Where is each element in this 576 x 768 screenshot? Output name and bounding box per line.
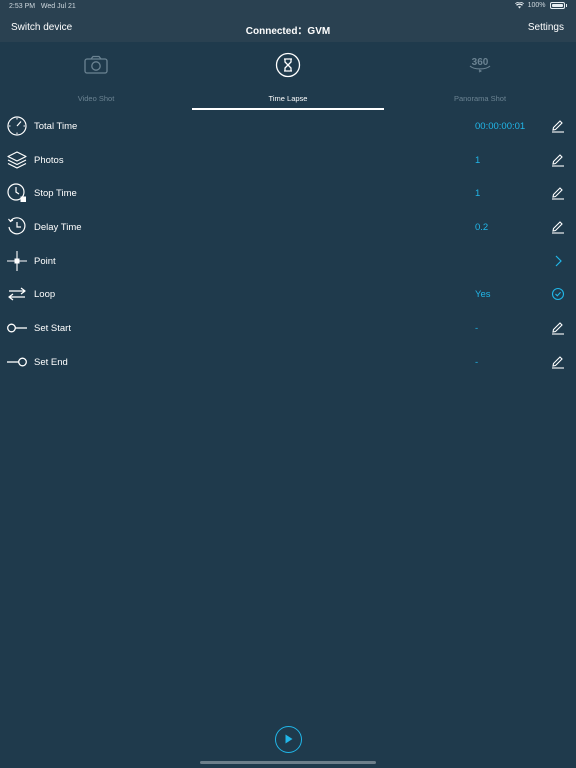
row-value: 1 (475, 188, 481, 200)
play-icon (285, 734, 293, 744)
row-label: Set End (34, 356, 68, 368)
chevron-right-icon[interactable] (551, 254, 565, 268)
mode-tabs: Video Shot Time Lapse 360 Panorama Shot (0, 42, 576, 110)
hourglass-icon (275, 52, 301, 78)
panorama-icon-text: 360 (472, 57, 489, 68)
loop-arrows-icon (8, 287, 26, 301)
row-point[interactable]: Point (0, 245, 576, 279)
status-bar: 2:53 PM Wed Jul 21 100% (0, 0, 576, 13)
row-label: Set Start (34, 323, 71, 335)
row-photos[interactable]: Photos 1 (0, 144, 576, 178)
row-label: Delay Time (34, 222, 82, 234)
row-value: - (475, 356, 479, 368)
tab-label: Panorama Shot (453, 94, 507, 103)
clock-stop-icon (7, 183, 26, 203)
row-value: 0.2 (475, 222, 489, 234)
stopwatch-icon (7, 116, 27, 136)
row-label: Point (34, 255, 56, 267)
connection-title: Connected：GVM (245, 26, 331, 37)
home-indicator (200, 761, 376, 764)
settings-button[interactable]: Settings (528, 22, 564, 33)
battery-percent: 100% (527, 2, 546, 9)
row-label: Total Time (34, 121, 78, 132)
edit-icon[interactable] (551, 321, 565, 335)
tab-label: Video Shot (77, 94, 115, 103)
row-value: - (475, 323, 479, 335)
nav-bar: Switch device Connected：GVM Settings (0, 13, 576, 42)
crosshair-point-icon (7, 250, 27, 271)
row-set-end[interactable]: Set End - (0, 346, 576, 380)
edit-icon[interactable] (551, 355, 565, 369)
edit-icon[interactable] (551, 153, 565, 167)
row-value: Yes (475, 289, 491, 301)
tab-panorama-shot[interactable]: 360 Panorama Shot (384, 42, 576, 110)
status-right: 100% (514, 2, 567, 9)
row-loop[interactable]: Loop Yes (0, 278, 576, 312)
edit-icon[interactable] (551, 186, 565, 200)
set-start-icon (7, 323, 27, 333)
battery-icon (549, 2, 565, 9)
edit-icon[interactable] (551, 220, 565, 234)
row-value: 1 (475, 154, 481, 166)
status-date: Wed Jul 21 (40, 3, 76, 10)
row-stop-time[interactable]: Stop Time 1 (0, 177, 576, 211)
tab-video-shot[interactable]: Video Shot (0, 42, 192, 110)
battery-tip (565, 4, 567, 7)
settings-list: Total Time 00:00:00:01 Photos 1 Stop Tim… (0, 110, 576, 380)
row-label: Loop (34, 289, 56, 301)
play-button[interactable] (275, 726, 302, 753)
row-total-time[interactable]: Total Time 00:00:00:01 (0, 110, 576, 144)
clock-delay-icon (8, 217, 26, 235)
panorama-360-icon: 360 (469, 57, 491, 73)
row-delay-time[interactable]: Delay Time 0.2 (0, 211, 576, 245)
edit-icon[interactable] (551, 119, 565, 133)
check-circle-icon[interactable] (551, 287, 565, 301)
tab-time-lapse[interactable]: Time Lapse (192, 42, 384, 110)
row-value: 00:00:00:01 (475, 121, 526, 132)
row-label: Photos (34, 154, 64, 166)
status-time: 2:53 PM Wed Jul 21 (9, 3, 76, 10)
wifi-icon (514, 2, 524, 9)
set-end-icon (7, 357, 27, 367)
camera-icon (84, 55, 108, 74)
row-label: Stop Time (34, 188, 77, 200)
tab-label: Time Lapse (268, 94, 308, 103)
layers-icon (7, 151, 27, 169)
row-set-start[interactable]: Set Start - (0, 312, 576, 346)
